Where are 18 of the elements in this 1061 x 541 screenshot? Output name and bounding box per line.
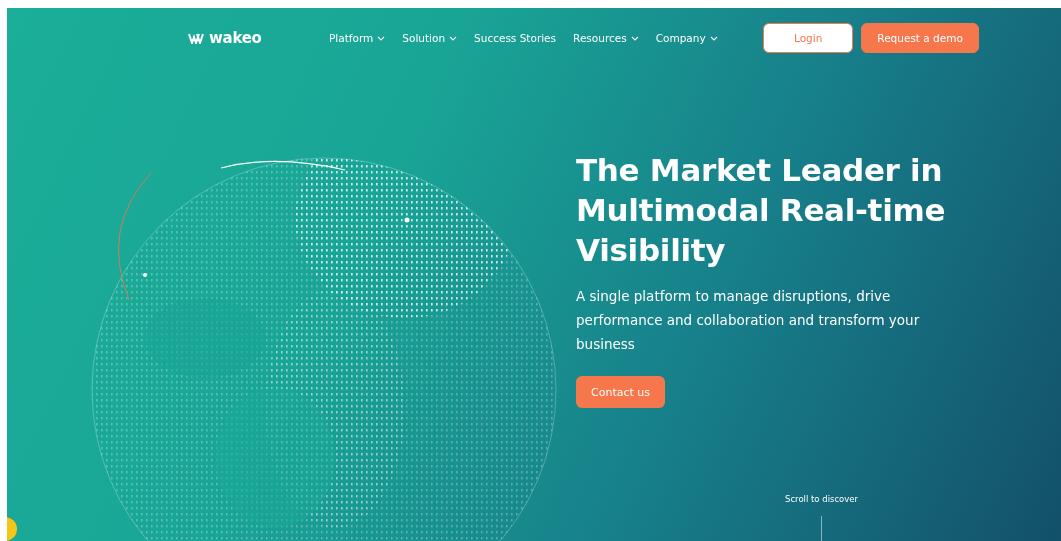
chevron-down-icon [449, 35, 458, 41]
nav-link[interactable]: Platform [329, 32, 386, 44]
nav-link[interactable]: Solution [402, 32, 458, 44]
chevron-down-icon [630, 35, 639, 41]
logo-mark-icon [188, 32, 204, 44]
chevron-down-icon [709, 35, 718, 41]
chevron-down-icon [377, 35, 386, 41]
hero-title: The Market Leader in Multimodal Real-time Visibility [576, 151, 947, 270]
scroll-hint: Scroll to discover [785, 494, 859, 504]
scroll-line [821, 516, 823, 541]
hero-subtitle: A single platform to manage disruptions, drive performance and collaboration and transform your business [576, 287, 921, 354]
demo-button[interactable]: Request a demo [861, 23, 979, 53]
contact-button[interactable]: Contact us [576, 376, 665, 408]
nav-link[interactable]: Success Stories [474, 32, 557, 44]
nav-link[interactable]: Resources [573, 32, 639, 44]
login-button[interactable]: Login [763, 23, 854, 53]
logo-text[interactable]: wakeo [209, 29, 262, 47]
nav-link[interactable]: Company [655, 32, 718, 44]
